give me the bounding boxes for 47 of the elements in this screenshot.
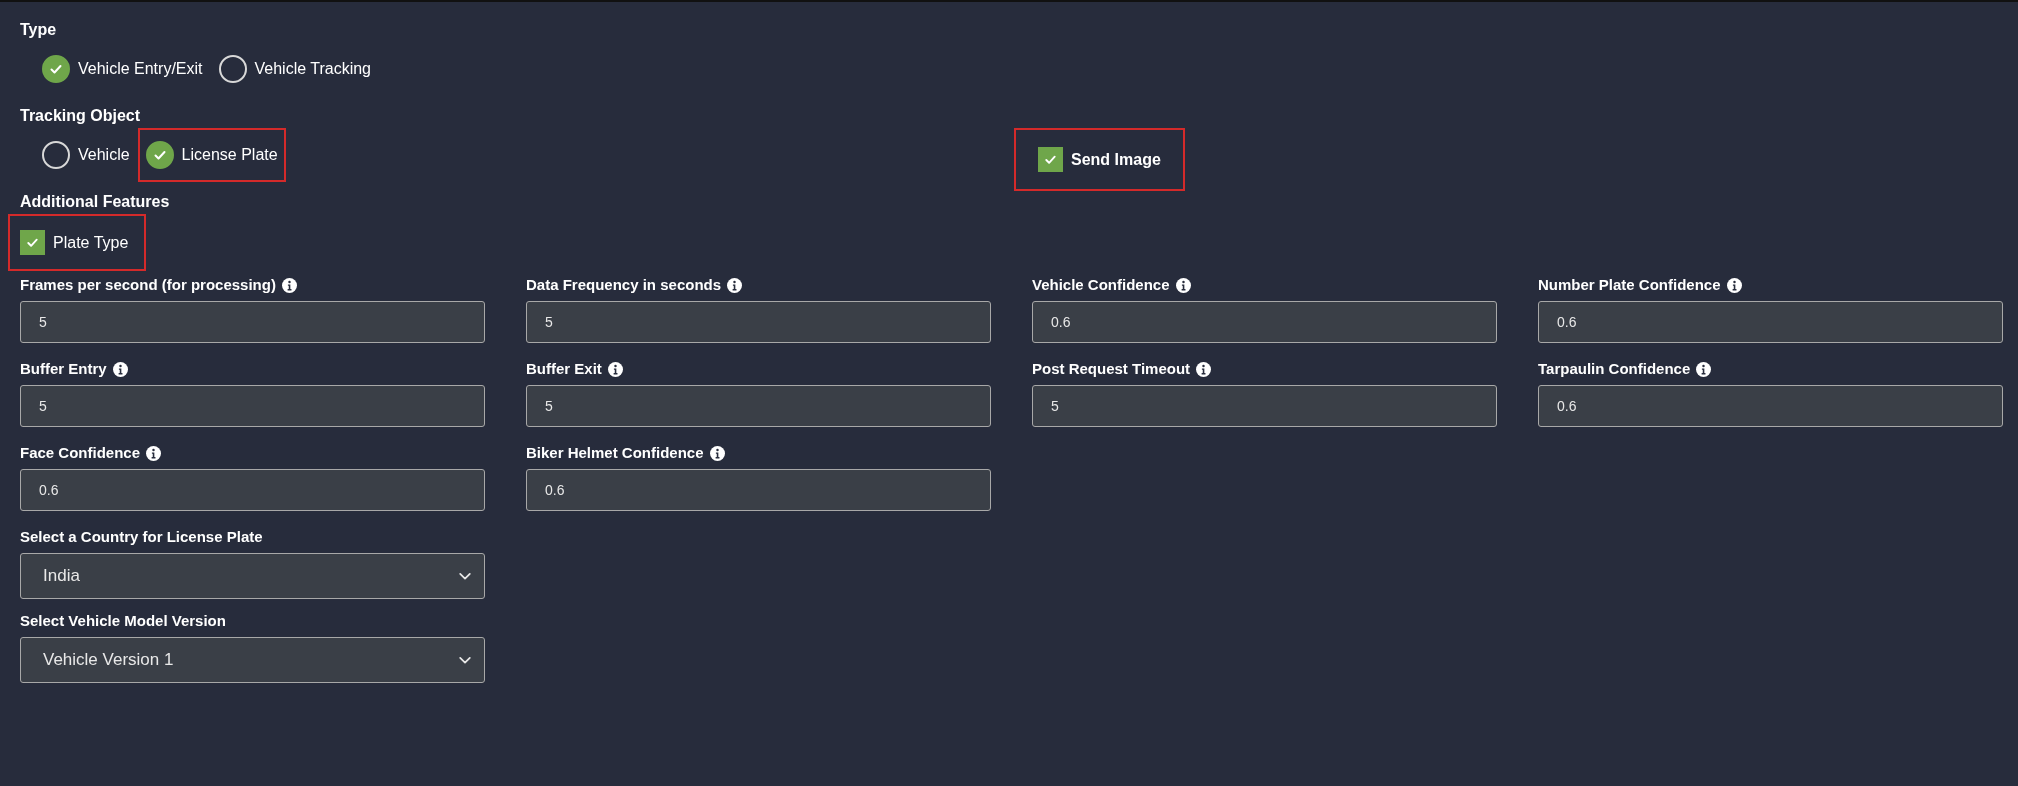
field-label: Select a Country for License Plate (20, 527, 263, 547)
field-label: Biker Helmet Confidence (526, 443, 704, 463)
info-icon[interactable] (1726, 277, 1742, 293)
radio-option[interactable]: Vehicle Entry/Exit (34, 42, 211, 96)
checkbox[interactable] (1038, 147, 1063, 172)
group-label: Type (20, 20, 58, 40)
info-icon[interactable] (281, 277, 297, 293)
input-field[interactable]: 5 (20, 385, 485, 427)
field-label: Frames per second (for processing) (20, 275, 276, 295)
input-field[interactable]: 0.6 (1032, 301, 1497, 343)
field-label: Select Vehicle Model Version (20, 611, 226, 631)
group-label: Additional Features (20, 192, 171, 212)
field-label: Post Request Timeout (1032, 359, 1191, 379)
input-field[interactable]: 5 (526, 301, 991, 343)
input-field[interactable]: 5 (20, 301, 485, 343)
input-field[interactable]: 0.6 (20, 469, 485, 511)
radio-option[interactable]: Vehicle (34, 128, 138, 182)
radio-button[interactable] (42, 55, 70, 83)
info-icon[interactable] (1175, 277, 1191, 293)
checkbox-option[interactable]: Plate Type (8, 214, 147, 271)
checkbox[interactable] (20, 230, 45, 255)
info-icon[interactable] (727, 277, 743, 293)
field-label: Vehicle Confidence (1032, 275, 1170, 295)
input-field[interactable]: 5 (1032, 385, 1497, 427)
radio-option[interactable]: License Plate (137, 128, 286, 182)
dropdown-select[interactable]: India (20, 553, 485, 599)
field-label: Data Frequency in seconds (526, 275, 722, 295)
field-label: Buffer Exit (526, 359, 602, 379)
dropdown-select[interactable]: Vehicle Version 1 (20, 637, 485, 683)
field-label: Number Plate Confidence (1538, 275, 1721, 295)
input-field[interactable]: 0.6 (1538, 301, 2003, 343)
checkbox-option[interactable]: Send Image (1014, 128, 1185, 191)
info-icon[interactable] (607, 361, 623, 377)
field-label: Buffer Entry (20, 359, 107, 379)
input-field[interactable]: 0.6 (526, 469, 991, 511)
input-field[interactable]: 0.6 (1538, 385, 2003, 427)
radio-button[interactable] (145, 141, 174, 169)
radio-option[interactable]: Vehicle Tracking (210, 42, 379, 96)
info-icon[interactable] (709, 445, 725, 461)
info-icon[interactable] (1196, 361, 1212, 377)
info-icon[interactable] (1696, 361, 1712, 377)
info-icon[interactable] (146, 445, 162, 461)
group-label: Tracking Object (20, 106, 142, 126)
input-field[interactable]: 5 (526, 385, 991, 427)
field-label: Face Confidence (20, 443, 141, 463)
field-label: Tarpaulin Confidence (1538, 359, 1691, 379)
info-icon[interactable] (112, 361, 128, 377)
